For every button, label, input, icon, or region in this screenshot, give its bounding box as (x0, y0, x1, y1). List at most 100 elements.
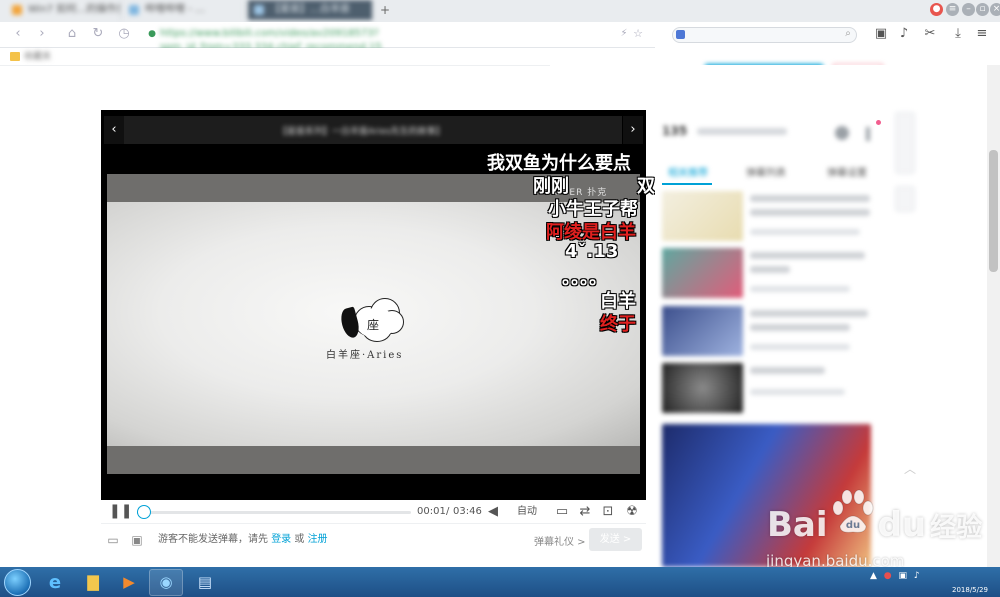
tray-icon[interactable]: ▣ (899, 571, 908, 581)
login-link[interactable]: 登录 (271, 534, 291, 545)
tab-danmaku-list[interactable]: 弹幕列表 (746, 164, 786, 179)
star-icon[interactable]: ☆ (630, 26, 646, 42)
back-icon[interactable]: ‹ (10, 26, 26, 42)
quality-select[interactable]: 自动 (517, 506, 537, 518)
skin-icon[interactable]: ● (930, 3, 943, 16)
danmaku-toggle-icon[interactable]: ▭ (555, 505, 569, 519)
taskbar-computer[interactable]: ▤ (188, 569, 222, 596)
register-link[interactable]: 注册 (308, 534, 328, 545)
close-icon[interactable]: × (990, 3, 1000, 16)
video-logo-caption: 白羊座·Aries (326, 350, 404, 361)
fullscreen-icon[interactable]: ☢ (625, 505, 639, 519)
duration: 03:46 (453, 506, 482, 517)
reload-icon[interactable]: ↻ (90, 26, 106, 42)
tv-icon[interactable]: ⊡ (601, 505, 615, 519)
browser-tab[interactable]: Win7 如何…的操作步骤 (6, 0, 121, 20)
browser-tab[interactable]: 哔哩哔哩 - … (123, 0, 245, 20)
tab-danmaku-settings[interactable]: 弹幕设置 (827, 164, 867, 179)
send-button[interactable]: 发送 > (589, 528, 642, 551)
rec-thumbnail[interactable] (662, 306, 743, 356)
baidu-paw-icon: du (832, 489, 874, 533)
browser-icon: ◉ (159, 573, 173, 591)
browser-tab-active[interactable]: 【星座】…白羊座 (248, 0, 373, 20)
tray-icon[interactable]: ▲ (870, 571, 877, 581)
start-button[interactable] (4, 569, 31, 596)
volume-icon[interactable]: ◀ (486, 505, 500, 519)
forward-icon[interactable]: › (34, 26, 50, 42)
progress-track[interactable] (137, 511, 411, 514)
rec-thumbnail[interactable] (662, 191, 743, 241)
folder-icon: ▇ (87, 573, 99, 591)
page-scrollbar-thumb[interactable] (989, 150, 998, 272)
taskbar-browser[interactable]: ◉ (149, 569, 183, 596)
guest-tip-text: 游客不能发送弹幕，请先 (158, 534, 268, 545)
lock-icon: ● (148, 29, 156, 39)
download-icon[interactable]: ⤓ (950, 26, 966, 42)
svg-text:du: du (846, 520, 860, 531)
settings-icon[interactable] (835, 126, 849, 140)
cloud-logo: 座 (338, 296, 410, 346)
rec-title[interactable] (750, 252, 865, 259)
bookmarks-bar: 收藏夹 (0, 48, 550, 66)
danmaku-comment: 双 (637, 176, 655, 197)
search-engine-icon[interactable] (676, 30, 685, 39)
danmaku-list-icon[interactable]: ▣ (130, 533, 144, 547)
page-scrollbar[interactable] (987, 65, 1000, 570)
more-menu-icon[interactable]: ≡ (974, 26, 990, 42)
taskbar-ie[interactable]: e (38, 569, 72, 596)
search-icon[interactable]: ⌕ (840, 26, 856, 42)
address-bar[interactable]: https://www.bilibili.com/video/av2091857… (160, 27, 540, 53)
maximize-icon[interactable]: ▫ (976, 3, 989, 16)
notification-dot (876, 120, 881, 125)
video-title: 【星座系列】一白羊座Aries先生的故事】 (278, 127, 445, 137)
new-tab-icon[interactable]: + (380, 3, 390, 17)
favicon-icon (12, 5, 22, 15)
current-time: 00:01 (417, 506, 446, 517)
prev-arrow-icon[interactable]: ‹ (104, 116, 124, 144)
rec-meta (750, 229, 860, 235)
rec-thumbnail[interactable] (662, 248, 743, 298)
loop-icon[interactable]: ⇄ (578, 505, 592, 519)
rec-title[interactable] (750, 209, 870, 216)
float-tab[interactable] (895, 112, 915, 174)
taskbar-explorer[interactable]: ▇ (76, 569, 110, 596)
rec-title[interactable] (750, 310, 868, 317)
rec-title[interactable] (750, 195, 870, 202)
rec-title[interactable] (750, 367, 825, 374)
home-icon[interactable]: ⌂ (64, 26, 80, 42)
danmaku-etiquette-link[interactable]: 弹幕礼仪 > (534, 533, 586, 548)
system-tray[interactable]: ▲ ● ▣ ♪ (870, 571, 920, 581)
pause-icon[interactable]: ❚❚ (109, 504, 132, 518)
menu-icon[interactable]: ≡ (946, 3, 959, 16)
danmaku-comment: 终于 (600, 314, 636, 335)
computer-icon: ▤ (197, 573, 213, 591)
favicon-icon (129, 5, 139, 15)
minimize-icon[interactable]: – (962, 3, 975, 16)
progress-knob[interactable] (137, 505, 152, 519)
search-input[interactable] (672, 27, 857, 43)
rec-thumbnail[interactable] (662, 363, 743, 413)
tray-icon[interactable]: ♪ (914, 571, 920, 581)
next-arrow-icon[interactable]: › (623, 116, 643, 144)
time-separator: / (446, 506, 450, 517)
tab-related[interactable]: 相关推荐 (668, 164, 708, 179)
history-icon[interactable]: ◷ (116, 26, 132, 42)
taskbar-media[interactable]: ▶ (112, 569, 146, 596)
comment-icon[interactable]: ▭ (106, 533, 120, 547)
taskbar-date[interactable]: 2018/5/29 (952, 586, 988, 594)
float-tab[interactable] (895, 186, 915, 212)
logo-char: 座 (367, 318, 380, 332)
back-to-top-icon[interactable]: ︿ (904, 460, 916, 477)
apps-icon[interactable]: ▣ (873, 26, 889, 42)
sound-icon[interactable]: ♪ (896, 26, 912, 42)
bookmark-folder[interactable]: 收藏夹 (24, 52, 51, 62)
rec-meta (750, 389, 845, 395)
tray-icon[interactable]: ● (884, 571, 892, 581)
rec-meta (750, 286, 850, 292)
danmaku-comment: 4ˇ.13 (565, 241, 619, 262)
more-icon[interactable] (866, 127, 870, 141)
rec-title[interactable] (750, 324, 850, 331)
rec-title[interactable] (750, 266, 790, 273)
scissors-icon[interactable]: ✂ (922, 26, 938, 42)
rec-meta (750, 344, 850, 350)
